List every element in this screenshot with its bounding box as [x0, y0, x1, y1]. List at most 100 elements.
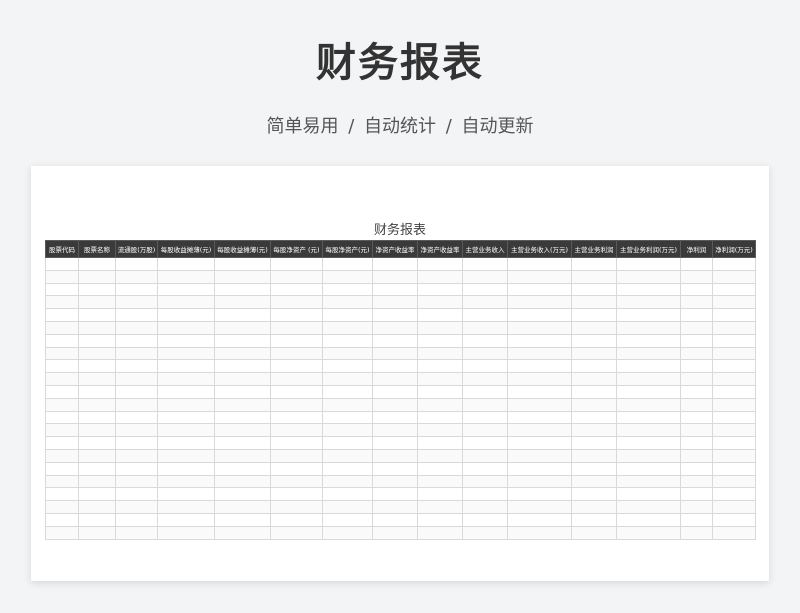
table-cell[interactable] — [115, 359, 158, 374]
table-cell[interactable] — [45, 269, 79, 284]
table-cell[interactable] — [45, 320, 79, 335]
table-cell[interactable] — [462, 487, 508, 502]
table-cell[interactable] — [616, 359, 681, 374]
table-cell[interactable] — [507, 410, 572, 425]
table-cell[interactable] — [616, 384, 681, 399]
table-cell[interactable] — [616, 436, 681, 450]
table-cell[interactable] — [417, 487, 463, 502]
table-cell[interactable] — [214, 487, 271, 502]
table-cell[interactable] — [270, 257, 323, 271]
table-cell[interactable] — [157, 320, 215, 335]
table-cell[interactable] — [417, 423, 463, 438]
table-cell[interactable] — [115, 282, 158, 297]
table-cell[interactable] — [115, 461, 158, 476]
table-cell[interactable] — [45, 372, 79, 386]
table-cell[interactable] — [571, 269, 617, 284]
table-cell[interactable] — [507, 257, 572, 271]
table-cell[interactable] — [78, 512, 116, 527]
table-cell[interactable] — [680, 372, 713, 386]
table-cell[interactable] — [157, 461, 215, 476]
table-cell[interactable] — [270, 410, 323, 425]
table-cell[interactable] — [115, 384, 158, 399]
table-cell[interactable] — [616, 500, 681, 514]
table-cell[interactable] — [270, 308, 323, 322]
table-cell[interactable] — [417, 257, 463, 271]
table-cell[interactable] — [45, 461, 79, 476]
table-cell[interactable] — [214, 346, 271, 361]
table-cell[interactable] — [78, 359, 116, 374]
table-cell[interactable] — [214, 308, 271, 322]
table-cell[interactable] — [507, 487, 572, 502]
table-cell[interactable] — [45, 384, 79, 399]
table-cell[interactable] — [115, 372, 158, 386]
table-cell[interactable] — [712, 410, 756, 425]
table-cell[interactable] — [712, 500, 756, 514]
table-cell[interactable] — [680, 269, 713, 284]
table-cell[interactable] — [115, 410, 158, 425]
table-cell[interactable] — [616, 282, 681, 297]
table-cell[interactable] — [507, 525, 572, 540]
table-cell[interactable] — [214, 436, 271, 450]
table-cell[interactable] — [417, 448, 463, 463]
table-cell[interactable] — [507, 282, 572, 297]
table-cell[interactable] — [616, 448, 681, 463]
table-cell[interactable] — [462, 282, 508, 297]
table-cell[interactable] — [680, 423, 713, 438]
table-cell[interactable] — [462, 269, 508, 284]
table-cell[interactable] — [507, 474, 572, 489]
table-cell[interactable] — [680, 436, 713, 450]
table-cell[interactable] — [78, 423, 116, 438]
table-cell[interactable] — [372, 525, 418, 540]
table-cell[interactable] — [157, 487, 215, 502]
table-cell[interactable] — [372, 295, 418, 310]
table-cell[interactable] — [372, 397, 418, 412]
table-cell[interactable] — [322, 487, 373, 502]
table-cell[interactable] — [115, 257, 158, 271]
table-cell[interactable] — [507, 333, 572, 348]
table-cell[interactable] — [417, 461, 463, 476]
table-cell[interactable] — [157, 448, 215, 463]
table-cell[interactable] — [372, 474, 418, 489]
table-cell[interactable] — [45, 436, 79, 450]
table-cell[interactable] — [507, 448, 572, 463]
table-cell[interactable] — [372, 359, 418, 374]
table-cell[interactable] — [680, 359, 713, 374]
table-cell[interactable] — [214, 512, 271, 527]
table-cell[interactable] — [462, 461, 508, 476]
table-cell[interactable] — [45, 333, 79, 348]
table-cell[interactable] — [322, 269, 373, 284]
table-cell[interactable] — [507, 461, 572, 476]
table-cell[interactable] — [78, 487, 116, 502]
table-cell[interactable] — [712, 384, 756, 399]
table-cell[interactable] — [45, 257, 79, 271]
table-cell[interactable] — [372, 308, 418, 322]
table-cell[interactable] — [270, 487, 323, 502]
table-cell[interactable] — [78, 282, 116, 297]
table-cell[interactable] — [214, 333, 271, 348]
table-cell[interactable] — [270, 282, 323, 297]
table-cell[interactable] — [417, 512, 463, 527]
table-cell[interactable] — [157, 410, 215, 425]
table-cell[interactable] — [45, 487, 79, 502]
table-cell[interactable] — [712, 257, 756, 271]
table-cell[interactable] — [417, 525, 463, 540]
table-cell[interactable] — [270, 384, 323, 399]
table-cell[interactable] — [616, 295, 681, 310]
table-cell[interactable] — [571, 295, 617, 310]
table-cell[interactable] — [372, 320, 418, 335]
table-cell[interactable] — [712, 423, 756, 438]
table-cell[interactable] — [45, 282, 79, 297]
table-cell[interactable] — [214, 500, 271, 514]
table-cell[interactable] — [712, 320, 756, 335]
table-cell[interactable] — [372, 384, 418, 399]
table-cell[interactable] — [45, 474, 79, 489]
table-cell[interactable] — [45, 308, 79, 322]
table-cell[interactable] — [372, 436, 418, 450]
table-cell[interactable] — [507, 346, 572, 361]
table-cell[interactable] — [214, 474, 271, 489]
table-cell[interactable] — [616, 372, 681, 386]
table-cell[interactable] — [616, 423, 681, 438]
table-cell[interactable] — [322, 282, 373, 297]
table-cell[interactable] — [214, 372, 271, 386]
table-cell[interactable] — [322, 333, 373, 348]
